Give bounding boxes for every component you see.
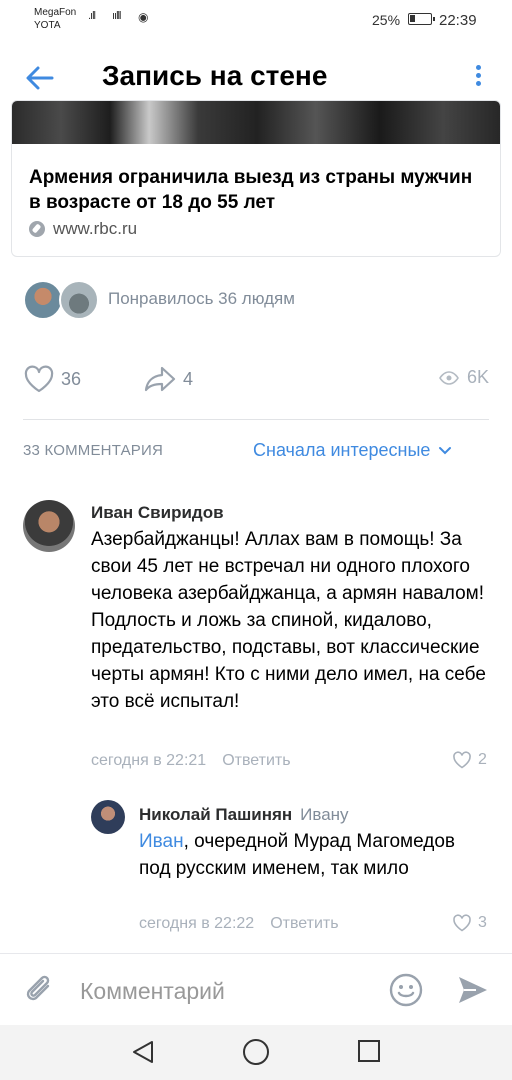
- nav-back-button[interactable]: [130, 1039, 156, 1070]
- avatar[interactable]: [91, 800, 125, 834]
- send-icon: [459, 977, 487, 1003]
- comment-text: Азербайджанцы! Аллах вам в помощь! За св…: [91, 529, 486, 712]
- mention-link[interactable]: Иван: [139, 831, 184, 852]
- avatar: [23, 280, 63, 320]
- comment-author[interactable]: Иван Свиридов: [91, 503, 224, 523]
- comment-like-button[interactable]: 3: [452, 914, 487, 932]
- comment-time: сегодня в 22:21: [91, 752, 207, 769]
- views-counter: 6K: [439, 367, 489, 388]
- sort-label: Сначала интересные: [253, 440, 431, 460]
- signal-icon-2: ıılll: [112, 10, 122, 22]
- link-card-url: www.rbc.ru: [53, 219, 138, 238]
- status-bar: MegaFon YOTA .ıll ıılll ◉ 25% 22:39: [0, 0, 512, 40]
- comment-text: Иван, очередной Мурад Магомедов под русс…: [139, 828, 484, 882]
- like-button[interactable]: 36: [23, 365, 81, 393]
- more-vertical-icon: [475, 65, 481, 70]
- chrome-icon: ◉: [138, 10, 149, 24]
- attach-button[interactable]: [24, 972, 56, 1013]
- reply-button[interactable]: Ответить: [222, 752, 290, 769]
- comment: Иван Свиридов Азербайджанцы! Аллах вам в…: [0, 495, 512, 785]
- avatar[interactable]: [23, 500, 75, 552]
- clock: 22:39: [439, 12, 477, 29]
- comment-meta: сегодня в 22:22 Ответить: [139, 915, 339, 933]
- comment-author: Николай Пашинян Ивану: [139, 805, 349, 825]
- comment-input[interactable]: [80, 974, 370, 1008]
- page-title: Запись на стене: [102, 60, 328, 91]
- post-actions: 36 4 6K: [0, 355, 512, 405]
- link-card-source: www.rbc.ru: [29, 219, 137, 241]
- sort-dropdown[interactable]: Сначала интересные: [253, 440, 452, 461]
- like-count: 36: [61, 368, 82, 389]
- signal-icon: .ıll: [88, 10, 96, 22]
- arrow-left-icon: [26, 66, 54, 90]
- battery-icon: [408, 13, 435, 25]
- avatar: [59, 280, 99, 320]
- comment-author-name[interactable]: Николай Пашинян: [139, 805, 292, 824]
- heart-icon: [453, 751, 471, 769]
- compass-icon: [29, 221, 45, 237]
- reply-to-label[interactable]: Ивану: [300, 805, 348, 824]
- eye-icon: [439, 370, 459, 385]
- triangle-back-icon: [133, 1041, 153, 1063]
- reply-button[interactable]: Ответить: [270, 915, 338, 932]
- carrier-name: MegaFon: [34, 7, 77, 18]
- link-card-title: Армения ограничила выезд из страны мужчи…: [29, 167, 473, 213]
- battery-percent: 25%: [372, 12, 401, 28]
- send-button[interactable]: [456, 974, 490, 1011]
- chevron-down-icon: [439, 446, 452, 454]
- comment-like-count: 2: [478, 751, 487, 768]
- divider: [23, 419, 489, 420]
- share-icon: [144, 366, 176, 392]
- comment-like-button[interactable]: 2: [452, 751, 487, 769]
- views-count: 6K: [466, 367, 489, 387]
- share-count: 4: [183, 368, 194, 389]
- comment-composer: [0, 953, 512, 1025]
- comment-meta: сегодня в 22:21 Ответить: [91, 752, 291, 770]
- heart-icon: [453, 914, 471, 932]
- back-button[interactable]: [22, 60, 58, 96]
- more-button[interactable]: [466, 62, 490, 98]
- comment-like-count: 3: [478, 914, 487, 931]
- carrier-name-2: YOTA: [34, 20, 61, 31]
- comment-reply: Николай Пашинян Ивану Иван, очередной Мур…: [0, 798, 512, 943]
- emoji-button[interactable]: [388, 972, 424, 1013]
- system-nav-bar: [0, 1025, 512, 1080]
- comments-count: 33 КОММЕНТАРИЯ: [23, 442, 164, 459]
- likes-summary[interactable]: Понравилось 36 людям: [108, 289, 295, 309]
- nav-recents-button[interactable]: [358, 1040, 380, 1062]
- smile-icon: [389, 973, 423, 1007]
- nav-home-button[interactable]: [243, 1039, 269, 1065]
- link-card-image: [12, 101, 500, 144]
- comment-time: сегодня в 22:22: [139, 915, 255, 932]
- link-card[interactable]: Армения ограничила выезд из страны мужчи…: [11, 100, 501, 257]
- share-button[interactable]: 4: [143, 365, 193, 393]
- paperclip-icon: [26, 975, 50, 1001]
- carrier-label: MegaFon YOTA: [34, 6, 76, 32]
- heart-icon: [24, 365, 54, 393]
- comment-text-body: , очередной Мурад Магомедов под русским …: [139, 831, 456, 879]
